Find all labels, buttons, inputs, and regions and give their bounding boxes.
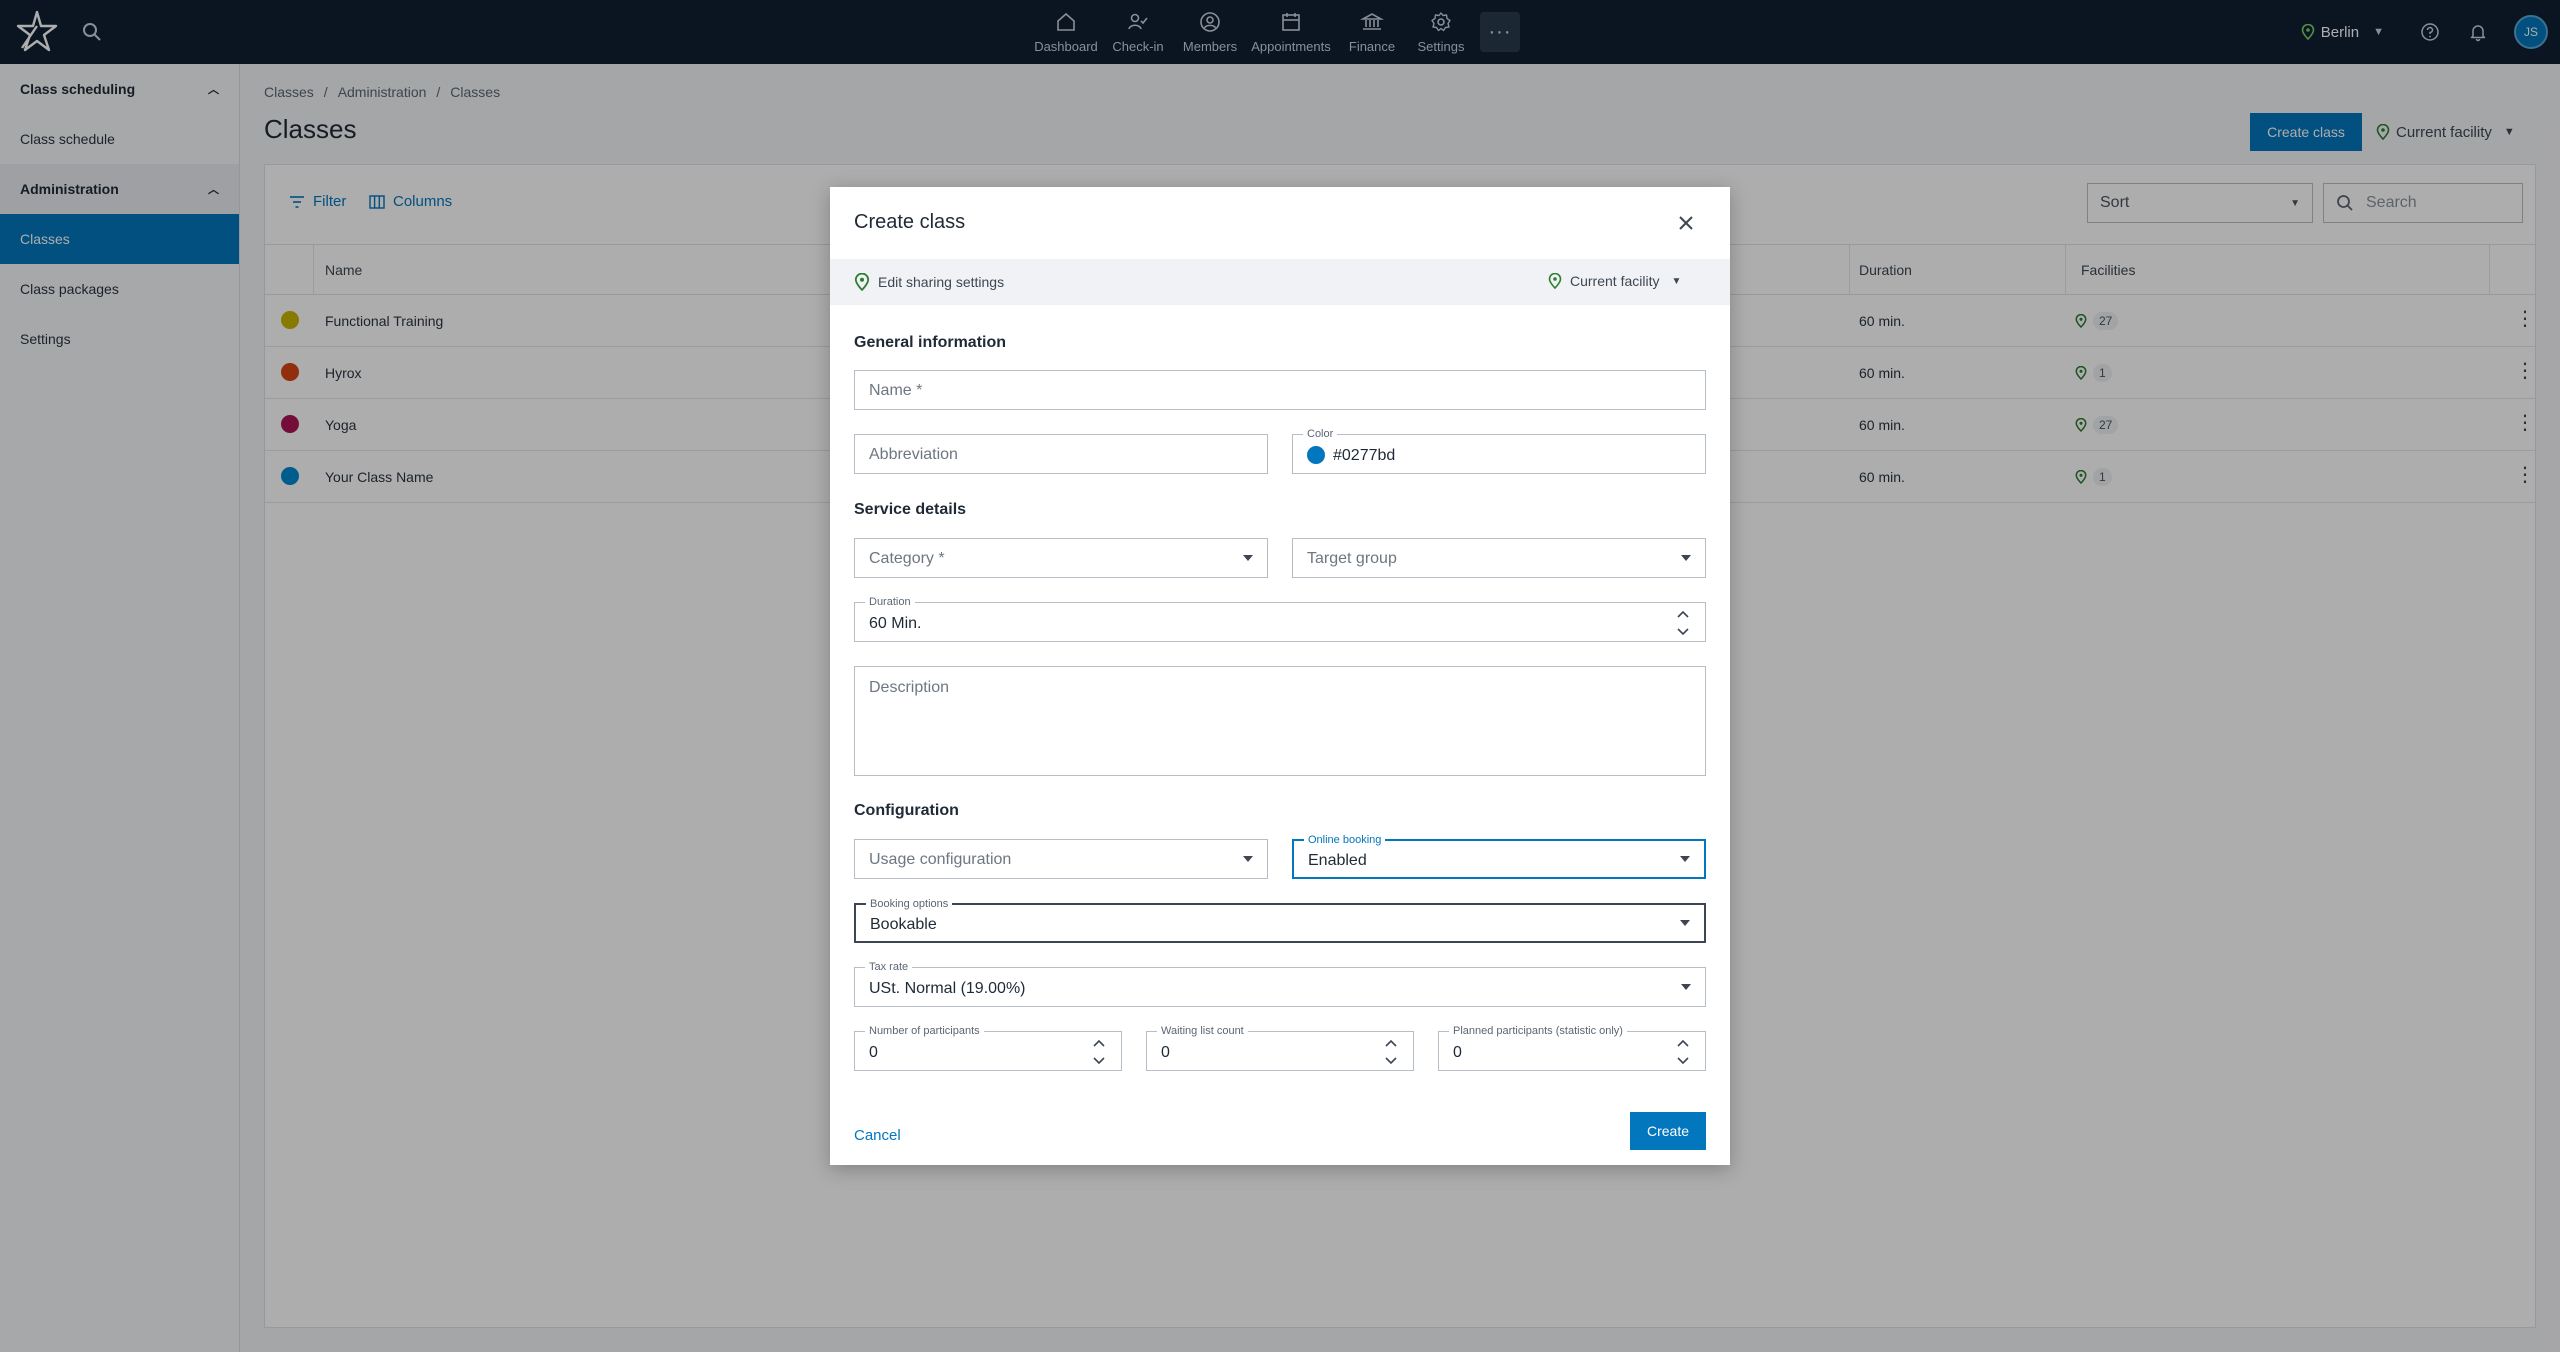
caret-down-icon	[1681, 555, 1691, 561]
planned-participants-stepper[interactable]: Planned participants (statistic only) 0	[1438, 1024, 1706, 1071]
stepper-arrows-icon[interactable]	[1675, 607, 1691, 639]
online-booking-label: Online booking	[1304, 833, 1386, 847]
stepper-arrows-icon[interactable]	[1383, 1036, 1399, 1068]
category-select[interactable]: Category *	[854, 538, 1268, 578]
color-picker-field[interactable]: Color #0277bd	[1292, 427, 1706, 474]
duration-value: 60 Min.	[869, 615, 922, 632]
section-service-details: Service details	[854, 501, 967, 518]
dialog-facility-selector[interactable]: Current facility ▼	[1548, 273, 1681, 289]
caret-down-icon	[1681, 984, 1691, 990]
cancel-button[interactable]: Cancel	[854, 1127, 901, 1144]
caret-down-icon	[1243, 856, 1253, 862]
target-group-select[interactable]: Target group	[1292, 538, 1706, 578]
create-button[interactable]: Create	[1630, 1112, 1706, 1150]
online-booking-value: Enabled	[1308, 852, 1367, 869]
color-swatch[interactable]	[1307, 446, 1325, 464]
booking-options-label: Booking options	[866, 897, 953, 911]
caret-down-icon	[1680, 856, 1690, 862]
stepper-arrows-icon[interactable]	[1675, 1036, 1691, 1068]
abbreviation-input[interactable]: Abbreviation	[854, 434, 1268, 474]
edit-sharing-settings-button[interactable]: Edit sharing settings	[854, 273, 1004, 291]
location-pin-icon	[854, 273, 870, 291]
section-configuration: Configuration	[854, 802, 959, 819]
duration-stepper[interactable]: Duration 60 Min.	[854, 595, 1706, 642]
sharing-bar: Edit sharing settings Current facility ▼	[830, 259, 1730, 305]
section-general-information: General information	[854, 334, 1007, 351]
stepper-arrows-icon[interactable]	[1091, 1036, 1107, 1068]
waiting-list-stepper[interactable]: Waiting list count 0	[1146, 1024, 1414, 1071]
create-class-dialog: Create class Edit sharing settings Curre…	[830, 187, 1730, 1165]
booking-options-value: Bookable	[870, 916, 937, 933]
planned-participants-label: Planned participants (statistic only)	[1449, 1024, 1627, 1038]
tax-rate-label: Tax rate	[865, 960, 913, 974]
description-placeholder: Description	[869, 679, 950, 696]
location-pin-icon	[1548, 273, 1562, 289]
share-label: Edit sharing settings	[878, 274, 1005, 290]
online-booking-select[interactable]: Online booking Enabled	[1292, 833, 1706, 879]
facility-label: Current facility	[1570, 273, 1660, 289]
dialog-title: Create class	[854, 211, 966, 233]
description-textarea[interactable]: Description	[854, 666, 1706, 776]
duration-label: Duration	[865, 595, 915, 609]
caret-down-icon: ▼	[1671, 275, 1682, 287]
booking-options-select[interactable]: Booking options Bookable	[854, 897, 1706, 943]
name-input[interactable]: Name *	[854, 370, 1706, 410]
abbreviation-placeholder: Abbreviation	[869, 446, 958, 463]
planned-participants-value: 0	[1453, 1044, 1462, 1061]
usage-placeholder: Usage configuration	[869, 851, 1012, 868]
waiting-list-label: Waiting list count	[1157, 1024, 1248, 1038]
participants-stepper[interactable]: Number of participants 0	[854, 1024, 1122, 1071]
caret-down-icon	[1680, 920, 1690, 926]
color-label: Color	[1303, 427, 1338, 441]
target-group-placeholder: Target group	[1307, 550, 1397, 567]
close-icon[interactable]	[1676, 213, 1696, 233]
color-value: #0277bd	[1333, 447, 1396, 464]
waiting-list-value: 0	[1161, 1044, 1170, 1061]
participants-value: 0	[869, 1044, 878, 1061]
caret-down-icon	[1243, 555, 1253, 561]
usage-configuration-select[interactable]: Usage configuration	[854, 839, 1268, 879]
tax-rate-select[interactable]: Tax rate USt. Normal (19.00%)	[854, 960, 1706, 1007]
category-placeholder: Category *	[869, 550, 945, 567]
participants-label: Number of participants	[865, 1024, 984, 1038]
name-placeholder: Name *	[869, 382, 923, 399]
tax-rate-value: USt. Normal (19.00%)	[869, 980, 1026, 997]
